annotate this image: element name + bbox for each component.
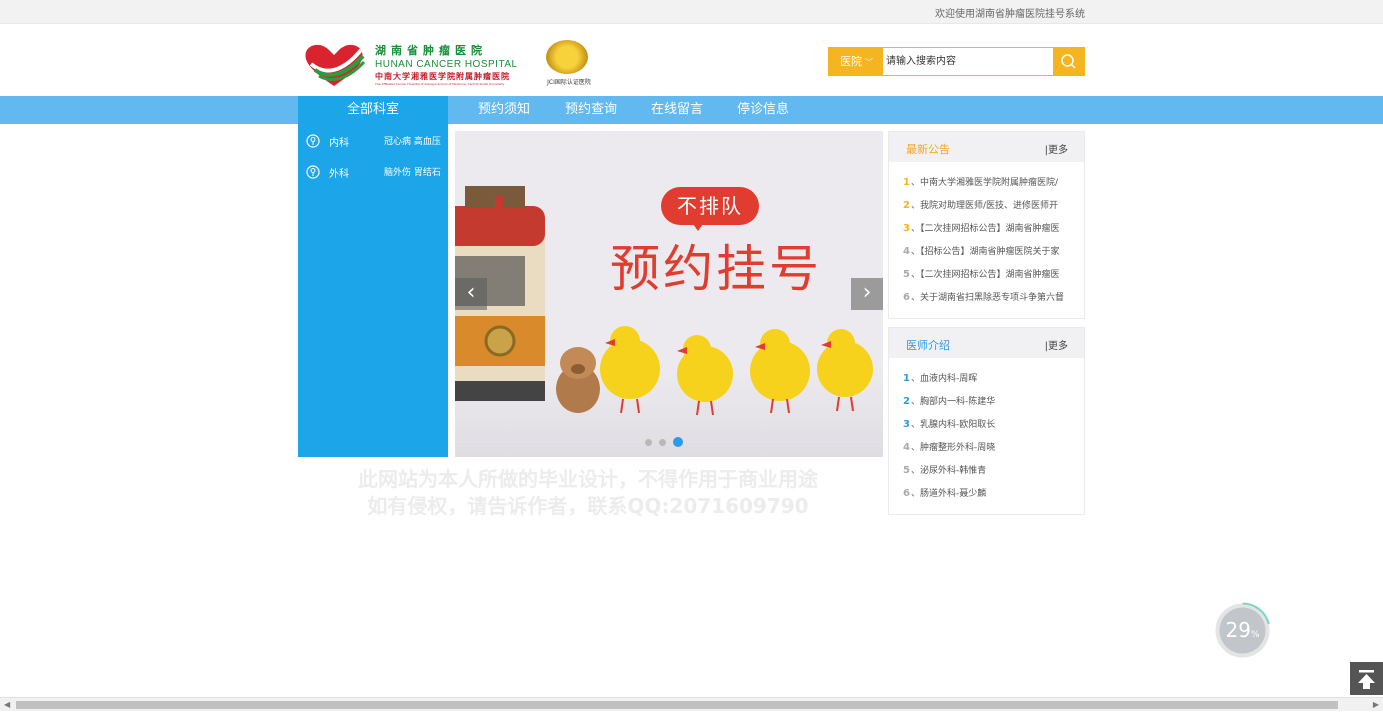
jci-badge: JCI国际认证医院	[540, 40, 596, 86]
chicks-image	[600, 326, 873, 416]
nav-appointment-query[interactable]: 预约查询	[565, 96, 617, 124]
jci-seal-icon	[546, 40, 588, 74]
notices-card: 最新公告 |更多 1、中南大学湘雅医学院附属肿瘤医院/ 2、我院对助理医师/医技…	[888, 131, 1085, 319]
doctor-text: 乳腺内科-欧阳取长	[919, 420, 996, 430]
watermark-text: 此网站为本人所做的毕业设计，不得作用于商业用途 如有侵权，请告诉作者，联系QQ:…	[298, 466, 878, 520]
doctor-item[interactable]: 3、乳腺内科-欧阳取长	[889, 417, 1084, 440]
jci-label: JCI国际认证医院	[547, 79, 591, 86]
prev-slide-button[interactable]: ‹	[455, 278, 487, 310]
search-bar: 医院 ﹀	[828, 47, 1085, 76]
progress-value: 29%	[1214, 602, 1271, 659]
carousel-dot[interactable]	[645, 439, 652, 446]
search-type-select[interactable]: 医院 ﹀	[829, 48, 883, 75]
main-nav: 全部科室 预约须知 预约查询 在线留言 停诊信息	[0, 96, 1383, 124]
nav-suspension-info[interactable]: 停诊信息	[737, 96, 789, 124]
doctor-text: 肠道外科-聂少麟	[919, 489, 987, 499]
welcome-text: 欢迎使用湖南省肿瘤医院挂号系统	[935, 9, 1085, 20]
notice-text: 【二次挂网招标公告】湖南省肿瘤医	[919, 224, 1060, 234]
next-slide-button[interactable]: ›	[851, 278, 883, 310]
notice-text: 关于湖南省扫黑除恶专项斗争第六督	[919, 293, 1064, 303]
carousel-dot[interactable]	[659, 439, 666, 446]
doctors-more-link[interactable]: |更多	[1045, 337, 1068, 352]
doctors-title: 医师介绍	[906, 339, 950, 352]
logo-text: 湖南省肿瘤医院 HUNAN CANCER HOSPITAL 中南大学湘雅医学院附…	[375, 42, 535, 86]
doctor-item[interactable]: 4、肿瘤整形外科-周晓	[889, 440, 1084, 463]
doctor-item[interactable]: 2、胸部内一科-陈建华	[889, 394, 1084, 417]
logo-tiny: The Affiliated Cancer Hospital of Xiangy…	[375, 82, 505, 86]
dept-name: 外科	[329, 169, 349, 180]
nav-all-departments[interactable]: 全部科室	[298, 96, 448, 124]
doctor-text: 胸部内一科-陈建华	[919, 397, 996, 407]
notice-text: 【招标公告】湖南省肿瘤医院关于家	[919, 247, 1060, 257]
location-pin-icon	[306, 165, 320, 179]
heart-logo-icon	[305, 44, 365, 86]
doctor-text: 泌尿外科-韩惟青	[919, 466, 987, 476]
notices-title: 最新公告	[906, 143, 950, 156]
location-pin-icon	[306, 134, 320, 148]
watermark-line-2: 如有侵权，请告诉作者，联系QQ:2071609790	[367, 494, 809, 518]
dept-name: 内科	[329, 138, 349, 149]
doctors-card: 医师介绍 |更多 1、血液内科-周晖 2、胸部内一科-陈建华 3、乳腺内科-欧阳…	[888, 327, 1085, 515]
search-button[interactable]	[1053, 48, 1084, 75]
back-to-top-icon	[1358, 670, 1375, 689]
carousel-dot-active[interactable]	[673, 437, 683, 447]
banner-headline: 预约挂号	[610, 240, 822, 298]
logo-sub: 中南大学湘雅医学院附属肿瘤医院	[375, 72, 510, 81]
dept-subs[interactable]: 脑外伤 胃结石	[384, 165, 441, 178]
notices-more-link[interactable]: |更多	[1045, 141, 1068, 156]
doctor-item[interactable]: 5、泌尿外科-韩惟青	[889, 463, 1084, 486]
notice-item[interactable]: 2、我院对助理医师/医技、进修医师开	[889, 198, 1084, 221]
chevron-left-icon: ‹	[466, 280, 476, 305]
dept-subs[interactable]: 冠心病 高血压	[384, 134, 441, 147]
card-header: 最新公告 |更多	[889, 132, 1084, 162]
hospital-logo[interactable]: 湖南省肿瘤医院 HUNAN CANCER HOSPITAL 中南大学湘雅医学院附…	[303, 40, 593, 88]
banner-carousel[interactable]: 不排队 预约挂号 ‹ ›	[455, 131, 883, 457]
notice-item[interactable]: 3、【二次挂网招标公告】湖南省肿瘤医	[889, 221, 1084, 244]
doctors-list: 1、血液内科-周晖 2、胸部内一科-陈建华 3、乳腺内科-欧阳取长 4、肿瘤整形…	[889, 358, 1084, 509]
top-bar: 欢迎使用湖南省肿瘤医院挂号系统	[0, 0, 1383, 24]
doctor-text: 肿瘤整形外科-周晓	[919, 443, 996, 453]
doctor-text: 血液内科-周晖	[919, 374, 978, 384]
carousel-dots	[645, 431, 690, 450]
nav-appointment-notice[interactable]: 预约须知	[478, 96, 530, 124]
notices-list: 1、中南大学湘雅医学院附属肿瘤医院/ 2、我院对助理医师/医技、进修医师开 3、…	[889, 162, 1084, 313]
notice-item[interactable]: 1、中南大学湘雅医学院附属肿瘤医院/	[889, 175, 1084, 198]
watermark-line-1: 此网站为本人所做的毕业设计，不得作用于商业用途	[358, 467, 818, 491]
doctor-item[interactable]: 6、肠道外科-聂少麟	[889, 486, 1084, 509]
progress-number: 29	[1225, 618, 1251, 642]
notice-text: 我院对助理医师/医技、进修医师开	[919, 201, 1059, 211]
dept-item-surgery[interactable]: 外科 脑外伤 胃结石	[298, 157, 448, 183]
scroll-right-icon[interactable]: ▶	[1373, 698, 1379, 712]
notice-item[interactable]: 4、【招标公告】湖南省肿瘤医院关于家	[889, 244, 1084, 267]
scrollbar-thumb[interactable]	[16, 701, 1338, 709]
department-panel: 内科 冠心病 高血压 外科 脑外伤 胃结石	[298, 124, 448, 457]
notice-text: 【二次挂网招标公告】湖南省肿瘤医	[919, 270, 1060, 280]
logo-cn: 湖南省肿瘤医院	[375, 44, 487, 57]
search-type-label: 医院	[840, 55, 862, 68]
header: 湖南省肿瘤医院 HUNAN CANCER HOSPITAL 中南大学湘雅医学院附…	[0, 24, 1383, 96]
card-header: 医师介绍 |更多	[889, 328, 1084, 358]
doctor-item[interactable]: 1、血液内科-周晖	[889, 371, 1084, 394]
horizontal-scrollbar[interactable]: ◀ ▶	[0, 697, 1383, 711]
nav-online-message[interactable]: 在线留言	[651, 96, 703, 124]
chevron-right-icon: ›	[862, 280, 872, 305]
notice-item[interactable]: 5、【二次挂网招标公告】湖南省肿瘤医	[889, 267, 1084, 290]
chevron-down-icon: ﹀	[865, 58, 873, 67]
notice-text: 中南大学湘雅医学院附属肿瘤医院/	[919, 178, 1059, 188]
progress-unit: %	[1250, 630, 1260, 640]
logo-en: HUNAN CANCER HOSPITAL	[375, 59, 518, 70]
back-to-top-button[interactable]	[1350, 662, 1383, 695]
dept-item-internal[interactable]: 内科 冠心病 高血压	[298, 126, 448, 152]
no-queue-bubble: 不排队	[661, 187, 759, 225]
scroll-left-icon[interactable]: ◀	[4, 698, 10, 712]
speed-progress-widget[interactable]: 29%	[1214, 602, 1271, 659]
search-icon	[1061, 54, 1076, 69]
notice-item[interactable]: 6、关于湖南省扫黑除恶专项斗争第六督	[889, 290, 1084, 313]
search-input[interactable]	[884, 48, 1054, 75]
